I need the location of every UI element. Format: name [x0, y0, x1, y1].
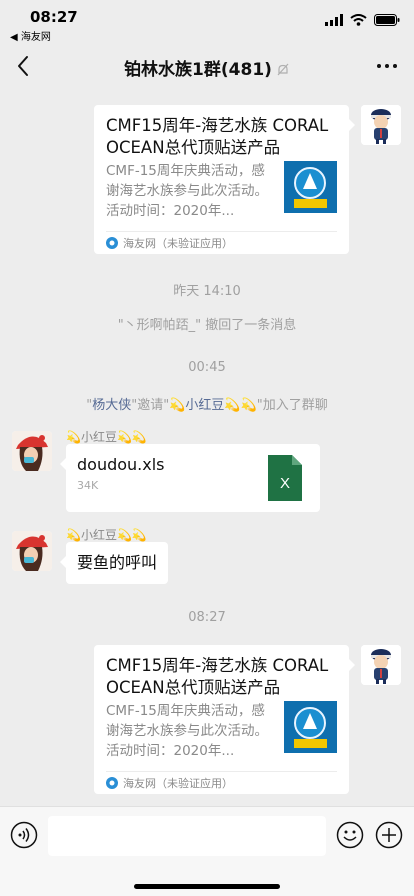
link-card-title: CMF15周年-海艺水族 CORAL OCEAN总代顶贴送产品	[106, 116, 329, 157]
invite-notice: "杨大侠"邀请"💫小红豆💫💫"加入了群聊	[86, 398, 328, 413]
file-name: doudou.xls	[77, 455, 165, 474]
voice-icon[interactable]	[10, 821, 38, 849]
inviter-link[interactable]: 杨大侠	[92, 398, 131, 413]
timestamp: 00:45	[188, 360, 226, 375]
invitee-link[interactable]: 小红豆	[185, 398, 224, 413]
timestamp: 昨天 14:10	[173, 284, 241, 299]
more-dots-icon[interactable]	[376, 58, 398, 74]
police-cartoon-avatar-icon	[361, 645, 401, 685]
wifi-icon	[350, 14, 367, 26]
battery-icon	[374, 14, 400, 26]
home-indicator	[134, 884, 280, 889]
girl-red-hat-avatar-icon	[12, 531, 52, 571]
back-to-app-link[interactable]: ◀ 海友网	[10, 28, 51, 43]
file-size: 34K	[77, 479, 99, 492]
link-card[interactable]: CMF15周年-海艺水族 CORAL OCEAN总代顶贴送产品 CMF-15周年…	[94, 645, 355, 794]
svg-text:X: X	[280, 475, 290, 492]
link-card-description: CMF-15周年庆典活动，感谢海艺水族参与此次活动。活动时间：2020年...	[106, 163, 268, 219]
file-message[interactable]: doudou.xls 34K X	[60, 444, 320, 512]
link-card-source: 海友网（未验证应用）	[106, 235, 233, 251]
text-message[interactable]: 要鱼的呼叫	[60, 542, 169, 584]
link-card-source: 海友网（未验证应用）	[106, 775, 233, 791]
link-card-description: CMF-15周年庆典活动，感谢海艺水族参与此次活动。活动时间：2020年...	[106, 703, 268, 759]
sender-nickname: 💫小红豆💫💫	[66, 430, 147, 444]
link-card[interactable]: CMF15周年-海艺水族 CORAL OCEAN总代顶贴送产品 CMF-15周年…	[94, 105, 355, 254]
excel-file-icon: X	[268, 455, 302, 501]
chat-input-bar	[0, 806, 414, 896]
sender-avatar[interactable]	[12, 431, 52, 471]
chat-header: 铂林水族1群(481)	[0, 44, 414, 88]
timestamp: 08:27	[188, 610, 226, 625]
sender-nickname: 💫小红豆💫💫	[66, 528, 147, 542]
app-logo-icon	[106, 237, 118, 249]
link-card-thumbnail	[284, 161, 337, 213]
status-time: 08:27	[30, 8, 78, 26]
status-bar: 08:27 ◀ 海友网	[0, 0, 414, 44]
recall-notice: "丶形啊帕踎_" 撤回了一条消息	[117, 318, 297, 333]
girl-red-hat-avatar-icon	[12, 431, 52, 471]
message-input[interactable]	[48, 816, 326, 856]
bell-muted-icon	[277, 63, 289, 76]
my-avatar[interactable]	[361, 645, 401, 685]
my-avatar[interactable]	[361, 105, 401, 145]
emoji-icon[interactable]	[336, 821, 364, 849]
chat-title: 铂林水族1群(481)	[124, 60, 272, 80]
police-cartoon-avatar-icon	[361, 105, 401, 145]
sender-avatar[interactable]	[12, 531, 52, 571]
link-card-thumbnail	[284, 701, 337, 753]
plus-icon[interactable]	[375, 821, 403, 849]
signal-icon	[325, 14, 343, 26]
link-card-title: CMF15周年-海艺水族 CORAL OCEAN总代顶贴送产品	[106, 656, 329, 697]
app-logo-icon	[106, 777, 118, 789]
